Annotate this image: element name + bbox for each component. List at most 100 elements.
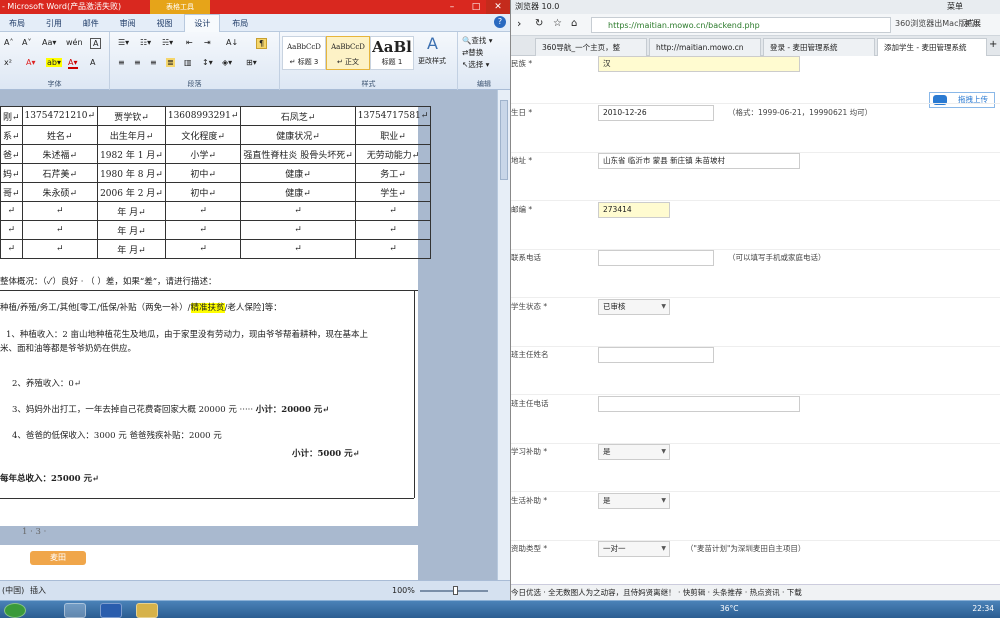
tab-layout[interactable]: 布局 (0, 15, 34, 33)
bullets-icon[interactable]: ☰▾ (118, 38, 129, 47)
new-tab-icon[interactable]: + (989, 39, 997, 50)
income-item-4[interactable]: 4、爸爸的低保收入：3000 元 爸爸残疾补贴：2000 元 (12, 429, 222, 441)
document-page-2[interactable]: 麦田 (0, 545, 418, 580)
form-select[interactable]: 已审核 (598, 298, 670, 315)
income-item-1[interactable]: 1、种植收入：2 亩山地种植花生及地瓜，由于家里没有劳动力，现由爷爷帮着耕种，现… (6, 328, 368, 340)
table-cell[interactable]: 13754717581↵ (354, 106, 432, 126)
multilevel-icon[interactable]: ☵▾ (162, 38, 173, 47)
form-select[interactable]: 是 (598, 492, 670, 509)
text-effect-icon[interactable]: A▾ (26, 58, 36, 67)
font-color-icon[interactable]: A▾ (68, 58, 78, 69)
table-cell[interactable]: 初中↵ (164, 182, 242, 202)
grow-font-button[interactable]: A˄ (4, 38, 13, 47)
tab-360-nav[interactable]: 360导航_一个主页，整 (535, 38, 647, 56)
form-input[interactable]: 山东省 临沂市 蒙县 新庄镇 朱苗坡村 (598, 153, 800, 169)
line-spacing-icon[interactable]: ↕▾ (202, 58, 213, 67)
extensions-button[interactable]: 扩展 (965, 18, 981, 29)
shading-icon[interactable]: ◈▾ (222, 58, 232, 67)
table-cell[interactable]: ↵ (240, 201, 356, 221)
char-shade-icon[interactable]: A (90, 58, 95, 67)
start-button[interactable] (4, 603, 26, 618)
maximize-icon[interactable]: □ (464, 0, 488, 14)
table-cell[interactable]: 1982 年 1 月↵ (97, 144, 166, 164)
table-tools-context[interactable]: 表格工具 (150, 0, 210, 14)
document-page[interactable]: 刚↵ 13754721210↵ 贾学钦↵ 13608993291↵ 石凤芝↵ 137547… (0, 106, 432, 526)
align-center-icon[interactable]: ≡ (134, 58, 141, 67)
form-input[interactable] (598, 250, 714, 266)
table-cell[interactable]: 健康↵ (240, 163, 356, 183)
phonetic-button[interactable]: wén (66, 38, 83, 47)
select-button[interactable]: ↖选择 ▾ (462, 59, 489, 70)
tab-review[interactable]: 审阅 (111, 15, 145, 33)
taskbar-word-icon[interactable] (100, 603, 122, 618)
justify-icon[interactable]: ≣ (166, 58, 175, 67)
table-cell[interactable]: 年 月↵ (97, 220, 166, 240)
table-cell[interactable]: 健康状况↵ (240, 125, 356, 145)
table-cell[interactable]: 强直性脊柱炎 股骨头坏死↵ (240, 144, 356, 164)
form-input[interactable]: 273414 (598, 201, 670, 218)
tab-login[interactable]: 登录 - 麦田管理系统 (763, 38, 875, 56)
style-heading1[interactable]: AaBl 标题 1 (370, 36, 414, 70)
table-cell[interactable]: 无劳动能力↵ (354, 144, 432, 164)
taskbar-folder-icon[interactable] (136, 603, 158, 618)
table-cell[interactable]: ↵ (354, 239, 432, 259)
total-income[interactable]: 每年总收入：25000 元↵ (0, 472, 99, 484)
table-cell[interactable]: 刚↵ (0, 106, 23, 126)
table-cell[interactable]: ↵ (240, 239, 356, 259)
table-cell[interactable]: 健康↵ (240, 182, 356, 202)
style-heading3[interactable]: AaBbCcD ↵ 标题 3 (282, 36, 326, 70)
shrink-font-button[interactable]: A˅ (22, 38, 31, 47)
table-cell[interactable]: 学生↵ (354, 182, 432, 202)
insert-mode[interactable]: 插入 (30, 581, 46, 600)
health-line[interactable]: 整体概况：（✓）良好 · （ ）差，如果“差”，请进行描述： (0, 275, 217, 287)
char-border-button[interactable]: A (90, 38, 102, 49)
forward-icon[interactable]: › (517, 17, 521, 30)
tab-design[interactable]: 设计 (184, 14, 221, 32)
close-icon[interactable]: ✕ (486, 0, 510, 14)
borders-icon[interactable]: ⊞▾ (246, 58, 257, 67)
table-cell[interactable]: 朱述福↵ (21, 144, 99, 164)
zoom-level[interactable]: 100% (392, 581, 415, 600)
table-cell[interactable]: 小学↵ (164, 144, 242, 164)
find-button[interactable]: 🔍查找 ▾ (462, 35, 493, 46)
form-input[interactable]: 2010-12-26 (598, 104, 714, 121)
highlight-icon[interactable]: ab▾ (46, 58, 62, 67)
form-select[interactable]: 是 (598, 444, 670, 460)
distributed-icon[interactable]: ▥ (184, 58, 192, 67)
table-cell[interactable]: 出生年月↵ (97, 125, 166, 145)
form-input[interactable] (598, 347, 714, 363)
income-item-2[interactable]: 2、养殖收入：0↵ (12, 377, 81, 389)
tab-references[interactable]: 引用 (37, 15, 71, 33)
superscript-icon[interactable]: x² (4, 58, 12, 67)
table-cell[interactable]: 妈↵ (0, 163, 23, 183)
table-cell[interactable]: ↵ (240, 220, 356, 240)
table-cell[interactable]: ↵ (0, 220, 23, 240)
tab-maitian-url[interactable]: http://maitian.mowo.cn (649, 38, 761, 56)
align-left-icon[interactable]: ≡ (118, 58, 125, 67)
form-input[interactable]: 汉 (598, 56, 800, 72)
table-cell[interactable]: 朱永硕↵ (21, 182, 99, 202)
table-cell[interactable]: ↵ (21, 201, 99, 221)
table-cell[interactable]: 1980 年 8 月↵ (97, 163, 166, 183)
table-cell[interactable]: ↵ (0, 239, 23, 259)
language-status[interactable]: (中国) (2, 581, 24, 600)
menu-button[interactable]: 菜单 (947, 0, 963, 14)
table-cell[interactable]: 13754721210↵ (21, 106, 99, 126)
table-cell[interactable]: 贾学钦↵ (97, 106, 166, 126)
table-cell[interactable]: 务工↵ (354, 163, 432, 183)
tab-add-student[interactable]: 添加学生 - 麦田管理系统 (877, 38, 987, 56)
form-input[interactable] (598, 395, 800, 412)
table-cell[interactable]: 姓名↵ (21, 125, 99, 145)
tab-table-layout[interactable]: 布局 (223, 15, 257, 33)
browser-status-bar[interactable]: 今日优选 · 全无数图人为之动容，且侍妈贤离继！ · 快剪辑 · 头条推荐 · … (511, 584, 1000, 600)
table-cell[interactable]: ↵ (164, 201, 242, 221)
numbering-icon[interactable]: ☷▾ (140, 38, 151, 47)
table-cell[interactable]: 13608993291↵ (164, 106, 242, 126)
vertical-scrollbar[interactable] (497, 90, 510, 580)
replace-button[interactable]: ⇄替换 (462, 47, 483, 58)
income-item-3[interactable]: 3、妈妈外出打工，一年去掉自己花费寄回家大概 20000 元 ····· 小计：… (12, 403, 329, 415)
tab-mailings[interactable]: 邮件 (74, 15, 108, 33)
show-marks-icon[interactable]: ¶ (256, 38, 268, 49)
table-cell[interactable]: ↵ (21, 220, 99, 240)
table-cell[interactable]: 哥↵ (0, 182, 23, 202)
